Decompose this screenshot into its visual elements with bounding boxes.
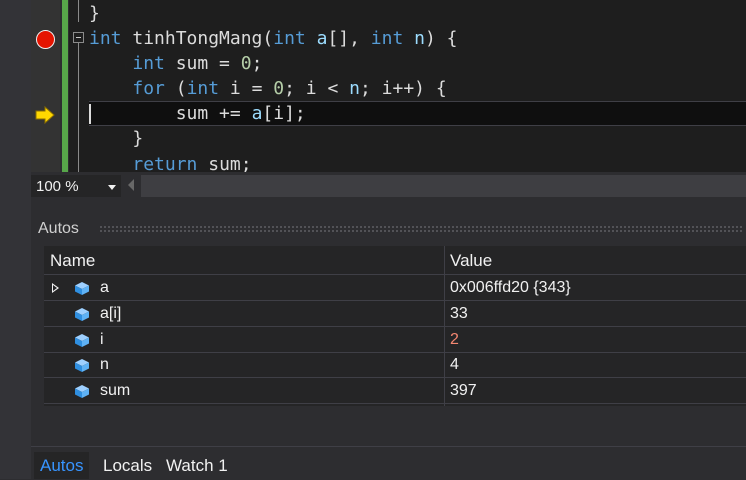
- variable-icon: [74, 358, 90, 378]
- code-line[interactable]: }: [89, 126, 143, 151]
- autos-grid: Name Value a 0x006ffd20 {343} a[i] 33 i 2 n 4 su…: [44, 246, 746, 406]
- autos-title: Autos: [38, 220, 79, 237]
- code-line[interactable]: for (int i = 0; i < n; i++) {: [89, 76, 447, 101]
- text-cursor: [89, 104, 91, 124]
- collapse-toggle-icon[interactable]: [73, 32, 84, 43]
- code-token: n: [403, 28, 425, 49]
- table-row[interactable]: sum 397: [44, 379, 746, 404]
- variable-value[interactable]: 33: [450, 305, 468, 323]
- variable-icon: [74, 384, 90, 404]
- code-token: ; i++) {: [359, 78, 447, 99]
- left-toolwindow-strip: [0, 0, 31, 479]
- code-token: n: [349, 78, 360, 99]
- variable-icon: [74, 307, 90, 327]
- variable-name: n: [100, 356, 109, 373]
- scroll-left-icon[interactable]: [128, 179, 134, 191]
- code-token: [i];: [262, 103, 306, 124]
- outline-guide: [78, 0, 79, 22]
- variable-name: i: [100, 331, 104, 348]
- table-row[interactable]: a[i] 33: [44, 302, 746, 327]
- column-header-name[interactable]: Name: [50, 251, 95, 271]
- code-token: ;: [251, 53, 263, 74]
- code-token: int: [89, 28, 122, 49]
- code-token: 0: [240, 53, 252, 74]
- horizontal-scrollbar[interactable]: [141, 175, 746, 197]
- code-token: i =: [219, 78, 274, 99]
- code-token: sum +=: [89, 103, 252, 124]
- table-row[interactable]: a 0x006ffd20 {343}: [44, 276, 746, 301]
- code-token: sum;: [197, 154, 252, 172]
- tab-watch-1[interactable]: Watch 1: [160, 452, 234, 479]
- variable-name: a[i]: [100, 305, 122, 322]
- code-line[interactable]: return sum;: [89, 152, 252, 172]
- code-token: }: [89, 3, 100, 24]
- code-line[interactable]: int sum = 0;: [89, 51, 262, 76]
- editor-status-bar: 100 %: [31, 172, 746, 200]
- code-token: }: [89, 128, 144, 149]
- variable-icon: [74, 333, 90, 353]
- code-token: ) {: [425, 28, 458, 49]
- code-editor[interactable]: } int tinhTongMang(int a[], int n) { int …: [31, 0, 746, 172]
- variable-value[interactable]: 0x006ffd20 {343}: [450, 279, 571, 297]
- code-token: sum =: [164, 53, 241, 74]
- current-statement-arrow-icon: [35, 106, 55, 124]
- code-token: tinhTongMang(: [121, 28, 274, 49]
- code-token: [],: [327, 28, 371, 49]
- code-token: int: [273, 28, 306, 49]
- drag-grip[interactable]: [99, 225, 744, 233]
- grid-header: Name Value: [44, 246, 746, 275]
- zoom-value: 100 %: [36, 178, 79, 195]
- table-row[interactable]: n4: [44, 353, 746, 378]
- code-token: int: [132, 53, 165, 74]
- code-token: int: [186, 78, 220, 99]
- code-token: a: [251, 103, 263, 124]
- tool-window-tabs: Autos Locals Watch 1: [31, 446, 746, 480]
- code-line[interactable]: }: [89, 1, 100, 26]
- code-token: 0: [273, 78, 285, 99]
- table-row[interactable]: i2: [44, 328, 746, 353]
- code-token: int: [370, 28, 404, 49]
- variable-icon: [74, 281, 90, 301]
- change-tracking-bar: [60, 0, 69, 172]
- column-header-value[interactable]: Value: [450, 251, 492, 271]
- outline-guide: [78, 43, 79, 172]
- zoom-dropdown[interactable]: 100 %: [31, 175, 121, 197]
- variable-value[interactable]: 2: [450, 331, 459, 349]
- code-token: ; i <: [284, 78, 350, 99]
- code-line[interactable]: sum += a[i];: [89, 101, 306, 126]
- variable-name: sum: [100, 382, 131, 399]
- variable-value[interactable]: 397: [450, 382, 477, 400]
- variable-value[interactable]: 4: [450, 356, 459, 374]
- tab-autos[interactable]: Autos: [34, 452, 90, 479]
- variable-name: a: [100, 279, 109, 296]
- code-token: (: [164, 78, 187, 99]
- tab-locals[interactable]: Locals: [97, 452, 158, 479]
- code-token: for: [132, 78, 165, 99]
- glyph-margin[interactable]: [31, 0, 60, 172]
- code-line[interactable]: int tinhTongMang(int a[], int n) {: [89, 26, 458, 51]
- code-token: return: [132, 154, 198, 172]
- breakpoint-icon[interactable]: [36, 30, 55, 49]
- code-token: a: [305, 28, 328, 49]
- chevron-down-icon[interactable]: [108, 185, 116, 190]
- autos-window-header: Autos: [31, 215, 746, 243]
- expand-arrow-icon[interactable]: [52, 283, 59, 293]
